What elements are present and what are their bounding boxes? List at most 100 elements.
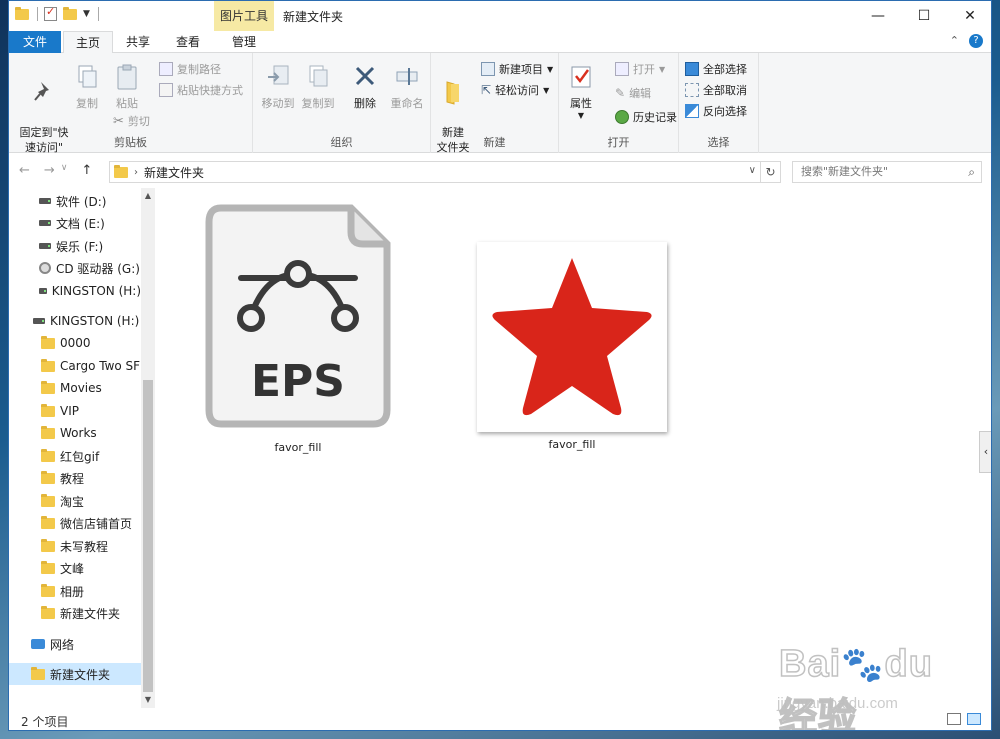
properties-button[interactable]: 属性 ▼ xyxy=(565,63,597,120)
nav-item-network[interactable]: 网络 xyxy=(9,633,141,655)
nav-item-label: Movies xyxy=(60,381,102,395)
nav-item-selected-folder[interactable]: 新建文件夹 xyxy=(9,663,141,685)
copy-to-button[interactable]: 复制到 xyxy=(299,63,337,111)
history-button[interactable]: 历史记录 xyxy=(615,109,677,125)
search-input[interactable]: 搜索"新建文件夹" ⌕ xyxy=(792,161,982,183)
new-item-icon xyxy=(481,62,495,76)
details-view-icon[interactable] xyxy=(947,713,961,725)
pencil-icon: ✎ xyxy=(615,86,626,100)
usb-drive-icon xyxy=(33,318,45,324)
rename-button[interactable]: 重命名 xyxy=(387,63,427,111)
open-icon xyxy=(615,62,629,76)
help-icon[interactable]: ? xyxy=(969,34,983,48)
scroll-up-icon[interactable]: ▲ xyxy=(141,191,155,200)
new-item-button[interactable]: 新建项目 ▼ xyxy=(481,61,553,77)
move-to-icon xyxy=(268,65,289,85)
select-none-button[interactable]: 全部取消 xyxy=(685,82,747,98)
collapse-ribbon-icon[interactable]: ⌃ xyxy=(950,34,959,48)
large-icons-view-icon[interactable] xyxy=(967,713,981,725)
minimize-button[interactable]: — xyxy=(855,1,901,31)
tab-file[interactable]: 文件 xyxy=(9,31,61,53)
nav-item-label: VIP xyxy=(60,404,79,418)
search-icon: ⌕ xyxy=(968,165,975,179)
ribbon-right-controls: ⌃ ? xyxy=(950,34,983,48)
nav-item-folder[interactable]: 淘宝 xyxy=(9,490,141,512)
file-item-eps[interactable]: EPS favor_fill xyxy=(203,204,393,454)
clipboard-group: 固定到"快 速访问" 复制 粘贴 复制路径 粘贴快捷方式 ✂ 剪切 剪贴板 xyxy=(9,53,253,154)
edit-label: 编辑 xyxy=(629,87,652,100)
properties-icon xyxy=(571,66,591,88)
nav-item-label: 网络 xyxy=(50,637,75,652)
title-bar: ▼ 图片工具 新建文件夹 — ☐ ✕ xyxy=(9,1,991,31)
copy-path-button[interactable]: 复制路径 xyxy=(159,61,221,77)
nav-item-drive-f[interactable]: 娱乐 (F:) xyxy=(9,235,141,257)
view-toggle xyxy=(947,713,981,725)
star-thumbnail-frame xyxy=(477,242,667,432)
network-icon xyxy=(31,639,45,649)
select-group: 全部选择 全部取消 反向选择 选择 xyxy=(679,53,759,153)
file-item-star[interactable]: favor_fill xyxy=(477,242,667,451)
properties-icon[interactable] xyxy=(44,5,57,21)
easy-access-button[interactable]: ⇱ 轻松访问 ▼ xyxy=(481,82,549,98)
nav-item-folder[interactable]: VIP xyxy=(9,400,141,422)
up-arrow-icon[interactable]: ↑ xyxy=(81,163,92,178)
nav-item-folder[interactable]: 未写教程 xyxy=(9,535,141,557)
nav-item-folder[interactable]: 相册 xyxy=(9,580,141,602)
delete-button[interactable]: 删除 xyxy=(349,63,381,111)
move-to-button[interactable]: 移动到 xyxy=(259,63,297,111)
select-group-label: 选择 xyxy=(707,136,730,149)
tab-home[interactable]: 主页 xyxy=(63,31,113,54)
address-bar[interactable]: › 新建文件夹 ∨ xyxy=(109,161,761,183)
nav-item-folder[interactable]: 教程 xyxy=(9,467,141,489)
copy-button[interactable]: 复制 xyxy=(73,63,101,111)
delete-x-icon xyxy=(355,66,375,86)
address-dropdown-icon[interactable]: ∨ xyxy=(749,165,756,176)
nav-item-folder[interactable]: Works xyxy=(9,422,141,444)
forward-arrow-icon[interactable]: → xyxy=(44,163,55,178)
nav-item-kingston-h-expanded[interactable]: KINGSTON (H:) xyxy=(9,310,141,332)
nav-item-folder[interactable]: Cargo Two SF xyxy=(9,355,141,377)
tab-manage[interactable]: 管理 xyxy=(215,31,273,53)
nav-item-drive-d[interactable]: 软件 (D:) xyxy=(9,190,141,212)
nav-item-folder[interactable]: 0000 xyxy=(9,332,141,354)
move-to-label: 移动到 xyxy=(261,97,295,110)
folder-icon xyxy=(41,448,55,462)
new-folder-icon[interactable] xyxy=(63,6,77,20)
nav-item-cd-g[interactable]: CD 驱动器 (G:) xyxy=(9,257,141,279)
breadcrumb-separator-icon[interactable]: › xyxy=(134,167,138,178)
nav-item-folder[interactable]: 文峰 xyxy=(9,557,141,579)
nav-item-drive-e[interactable]: 文档 (E:) xyxy=(9,212,141,234)
paste-button[interactable]: 粘贴 xyxy=(109,63,145,111)
tab-share[interactable]: 共享 xyxy=(113,31,163,53)
recent-chevron-icon[interactable]: ∨ xyxy=(61,163,68,178)
nav-item-label: 新建文件夹 xyxy=(60,606,121,621)
invert-selection-button[interactable]: 反向选择 xyxy=(685,103,747,119)
nav-item-folder[interactable]: 新建文件夹 xyxy=(9,602,141,624)
back-arrow-icon[interactable]: ← xyxy=(19,163,30,178)
scroll-down-icon[interactable]: ▼ xyxy=(141,695,155,704)
refresh-button[interactable]: ↻ xyxy=(761,161,781,183)
details-pane-toggle[interactable]: ‹ xyxy=(979,431,991,473)
nav-item-kingston-h[interactable]: KINGSTON (H:) xyxy=(9,280,141,302)
open-group: 属性 ▼ 打开 ▼ ✎ 编辑 历史记录 打开 xyxy=(559,53,679,153)
maximize-button[interactable]: ☐ xyxy=(901,1,947,31)
open-button[interactable]: 打开 ▼ xyxy=(615,61,665,77)
nav-item-folder[interactable]: 红包gif xyxy=(9,445,141,467)
breadcrumb[interactable]: 新建文件夹 xyxy=(144,164,204,181)
nav-scrollbar[interactable]: ▲ ▼ xyxy=(141,188,155,708)
copy-label: 复制 xyxy=(76,97,98,110)
cd-drive-icon xyxy=(39,262,51,274)
nav-item-folder[interactable]: Movies xyxy=(9,377,141,399)
tab-view[interactable]: 查看 xyxy=(163,31,213,53)
paste-shortcut-button[interactable]: 粘贴快捷方式 xyxy=(159,82,243,98)
nav-item-folder[interactable]: 微信店铺首页 xyxy=(9,512,141,534)
cut-button[interactable]: ✂ 剪切 xyxy=(113,113,150,129)
edit-button[interactable]: ✎ 编辑 xyxy=(615,85,651,101)
nav-item-label: 淘宝 xyxy=(60,494,85,509)
close-button[interactable]: ✕ xyxy=(947,1,991,31)
file-name: favor_fill xyxy=(274,441,322,454)
customize-qat-icon[interactable]: ▼ xyxy=(83,9,90,19)
scrollbar-thumb[interactable] xyxy=(143,380,153,692)
folder-icon xyxy=(41,358,55,372)
select-all-button[interactable]: 全部选择 xyxy=(685,61,747,77)
